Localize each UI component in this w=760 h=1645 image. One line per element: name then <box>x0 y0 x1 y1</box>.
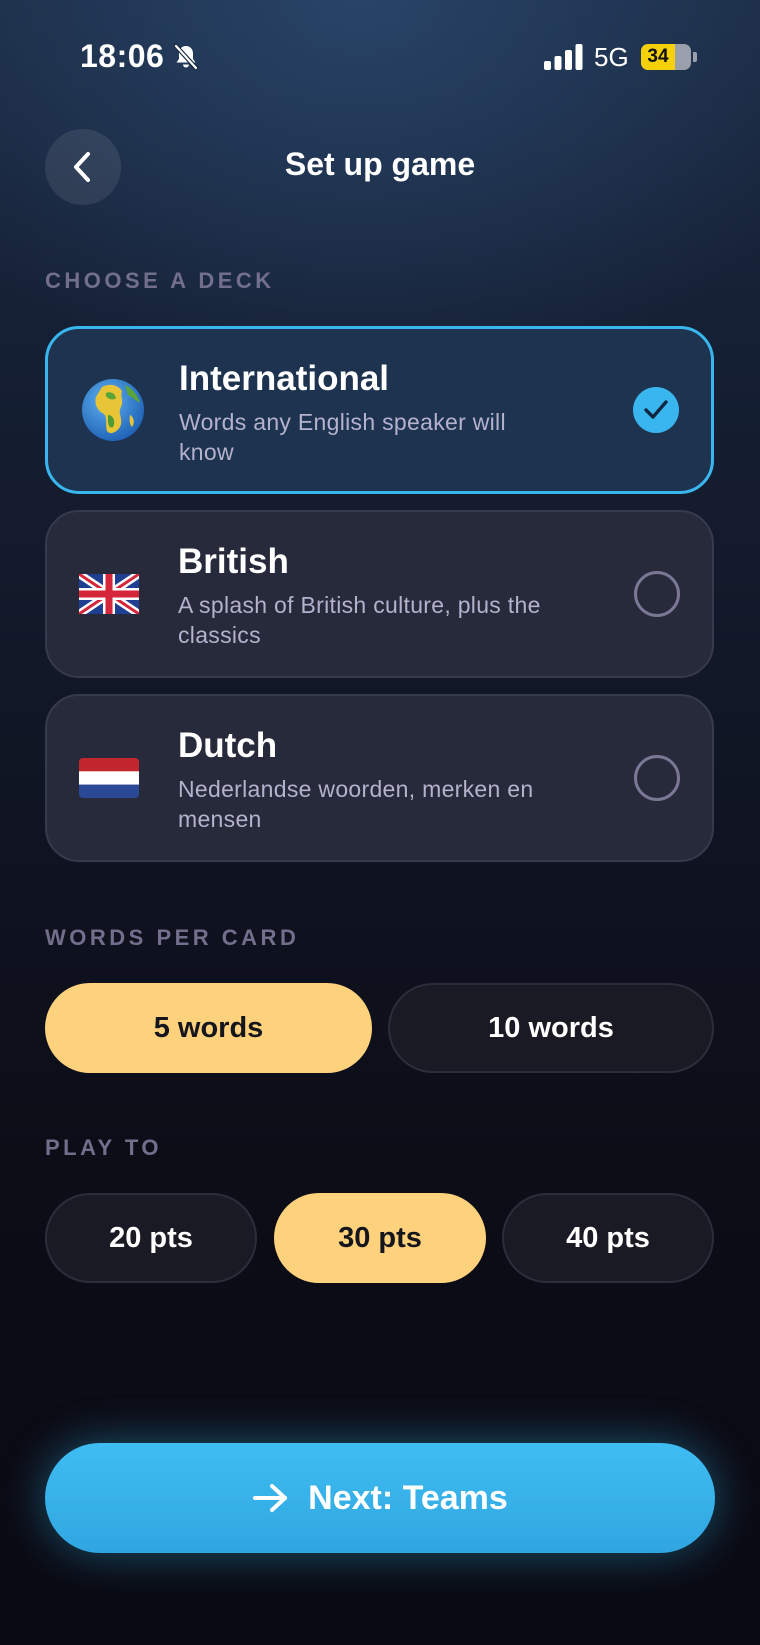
bell-muted-icon <box>173 43 199 71</box>
battery-nub <box>693 52 697 62</box>
deck-description: Nederlandse woorden, merken en mensen <box>178 776 534 832</box>
next-button-label: Next: Teams <box>308 1478 508 1517</box>
deck-name: British <box>178 542 289 581</box>
next-teams-button[interactable]: Next: Teams <box>45 1443 715 1553</box>
status-bar: 18:06 5G 34 <box>0 0 760 110</box>
deck-radio[interactable] <box>634 755 680 801</box>
deck-description: Words any English speaker will know <box>179 409 506 465</box>
play-to-option-20[interactable]: 20 pts <box>45 1193 257 1283</box>
deck-radio-checked[interactable] <box>633 387 679 433</box>
deck-name: Dutch <box>178 726 278 765</box>
battery-icon: 34 <box>641 44 691 70</box>
deck-card-international[interactable]: International Words any English speaker … <box>45 326 714 494</box>
battery-level: 34 <box>647 46 669 67</box>
arrow-right-icon <box>253 1484 288 1512</box>
words-option-10[interactable]: 10 words <box>388 983 714 1073</box>
globe-icon <box>82 379 144 441</box>
deck-section-label: CHOOSE A DECK <box>45 268 275 293</box>
deck-name: International <box>179 359 390 398</box>
status-time: 18:06 <box>80 38 165 74</box>
checkmark-icon <box>644 400 668 419</box>
deck-radio[interactable] <box>634 571 680 617</box>
play-to-option-30[interactable]: 30 pts <box>274 1193 486 1283</box>
play-to-section-label: PLAY TO <box>45 1135 163 1160</box>
page-title: Set up game <box>284 146 476 182</box>
deck-card-british[interactable]: British A splash of British culture, plu… <box>45 510 714 678</box>
cellular-signal-icon <box>544 44 583 70</box>
words-section-label: WORDS PER CARD <box>45 925 300 950</box>
play-to-option-40[interactable]: 40 pts <box>502 1193 714 1283</box>
words-option-5[interactable]: 5 words <box>45 983 372 1073</box>
network-type: 5G <box>594 42 629 72</box>
deck-description: A splash of British culture, plus the cl… <box>178 592 541 648</box>
netherlands-flag-icon <box>79 758 139 798</box>
deck-card-dutch[interactable]: Dutch Nederlandse woorden, merken en men… <box>45 694 714 862</box>
uk-flag-icon <box>79 574 139 614</box>
